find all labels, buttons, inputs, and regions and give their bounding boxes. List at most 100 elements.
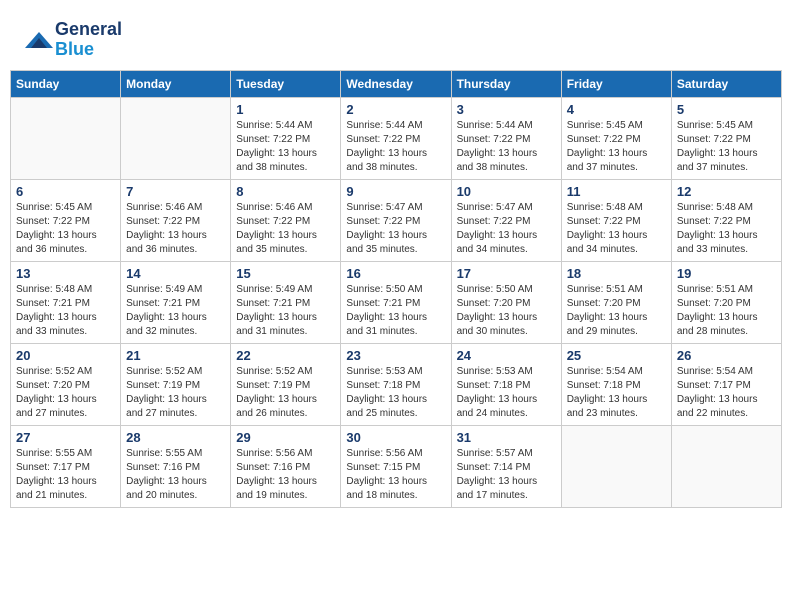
day-number: 3 — [457, 102, 556, 117]
day-number: 11 — [567, 184, 666, 199]
calendar-cell: 14 Sunrise: 5:49 AM Sunset: 7:21 PM Dayli… — [121, 261, 231, 343]
day-number: 27 — [16, 430, 115, 445]
day-info: Sunrise: 5:49 AM Sunset: 7:21 PM Dayligh… — [236, 283, 335, 339]
calendar-table: SundayMondayTuesdayWednesdayThursdayFrid… — [10, 70, 782, 508]
weekday-header-wednesday: Wednesday — [341, 70, 451, 97]
day-info: Sunrise: 5:47 AM Sunset: 7:22 PM Dayligh… — [457, 201, 556, 257]
day-info: Sunrise: 5:49 AM Sunset: 7:21 PM Dayligh… — [126, 283, 225, 339]
calendar-cell: 23Sunrise: 5:53 AM Sunset: 7:18 PM Dayli… — [341, 343, 451, 425]
calendar-week-row: 1 Sunrise: 5:44 AM Sunset: 7:22 PM Daylig… — [11, 97, 782, 179]
day-number: 10 — [457, 184, 556, 199]
day-number: 17 — [457, 266, 556, 281]
day-info: Sunrise: 5:56 AM Sunset: 7:15 PM Dayligh… — [346, 447, 445, 503]
calendar-cell — [561, 425, 671, 507]
calendar-cell: 11Sunrise: 5:48 AM Sunset: 7:22 PM Dayli… — [561, 179, 671, 261]
page-header: General Blue — [10, 10, 782, 65]
day-number: 19 — [677, 266, 776, 281]
day-info: Sunrise: 5:45 AM Sunset: 7:22 PM Dayligh… — [567, 119, 666, 175]
day-number: 13 — [16, 266, 115, 281]
day-info: Sunrise: 5:48 AM Sunset: 7:21 PM Dayligh… — [16, 283, 115, 339]
calendar-cell: 26Sunrise: 5:54 AM Sunset: 7:17 PM Dayli… — [671, 343, 781, 425]
calendar-cell: 15 Sunrise: 5:49 AM Sunset: 7:21 PM Dayli… — [231, 261, 341, 343]
day-number: 14 — [126, 266, 225, 281]
calendar-cell: 7 Sunrise: 5:46 AM Sunset: 7:22 PM Daylig… — [121, 179, 231, 261]
calendar-cell: 31 Sunrise: 5:57 AM Sunset: 7:14 PM Dayli… — [451, 425, 561, 507]
day-info: Sunrise: 5:45 AM Sunset: 7:22 PM Dayligh… — [16, 201, 115, 257]
day-number: 30 — [346, 430, 445, 445]
day-number: 24 — [457, 348, 556, 363]
calendar-cell: 24 Sunrise: 5:53 AM Sunset: 7:18 PM Dayli… — [451, 343, 561, 425]
day-info: Sunrise: 5:51 AM Sunset: 7:20 PM Dayligh… — [567, 283, 666, 339]
calendar-cell: 13 Sunrise: 5:48 AM Sunset: 7:21 PM Dayli… — [11, 261, 121, 343]
weekday-header-thursday: Thursday — [451, 70, 561, 97]
day-number: 31 — [457, 430, 556, 445]
weekday-header-sunday: Sunday — [11, 70, 121, 97]
day-info: Sunrise: 5:52 AM Sunset: 7:19 PM Dayligh… — [126, 365, 225, 421]
day-info: Sunrise: 5:44 AM Sunset: 7:22 PM Dayligh… — [457, 119, 556, 175]
calendar-cell: 29 Sunrise: 5:56 AM Sunset: 7:16 PM Dayli… — [231, 425, 341, 507]
day-info: Sunrise: 5:46 AM Sunset: 7:22 PM Dayligh… — [236, 201, 335, 257]
calendar-cell: 21 Sunrise: 5:52 AM Sunset: 7:19 PM Dayli… — [121, 343, 231, 425]
day-info: Sunrise: 5:44 AM Sunset: 7:22 PM Dayligh… — [346, 119, 445, 175]
day-info: Sunrise: 5:51 AM Sunset: 7:20 PM Dayligh… — [677, 283, 776, 339]
calendar-cell: 2 Sunrise: 5:44 AM Sunset: 7:22 PM Daylig… — [341, 97, 451, 179]
day-info: Sunrise: 5:52 AM Sunset: 7:19 PM Dayligh… — [236, 365, 335, 421]
day-info: Sunrise: 5:57 AM Sunset: 7:14 PM Dayligh… — [457, 447, 556, 503]
day-number: 20 — [16, 348, 115, 363]
day-info: Sunrise: 5:52 AM Sunset: 7:20 PM Dayligh… — [16, 365, 115, 421]
calendar-cell: 30 Sunrise: 5:56 AM Sunset: 7:15 PM Dayli… — [341, 425, 451, 507]
day-number: 5 — [677, 102, 776, 117]
day-info: Sunrise: 5:50 AM Sunset: 7:21 PM Dayligh… — [346, 283, 445, 339]
day-info: Sunrise: 5:54 AM Sunset: 7:18 PM Dayligh… — [567, 365, 666, 421]
calendar-week-row: 20 Sunrise: 5:52 AM Sunset: 7:20 PM Dayli… — [11, 343, 782, 425]
calendar-cell: 16 Sunrise: 5:50 AM Sunset: 7:21 PM Dayli… — [341, 261, 451, 343]
calendar-cell: 19 Sunrise: 5:51 AM Sunset: 7:20 PM Dayli… — [671, 261, 781, 343]
day-number: 29 — [236, 430, 335, 445]
calendar-cell: 6 Sunrise: 5:45 AM Sunset: 7:22 PM Daylig… — [11, 179, 121, 261]
calendar-cell: 5 Sunrise: 5:45 AM Sunset: 7:22 PM Daylig… — [671, 97, 781, 179]
day-number: 21 — [126, 348, 225, 363]
day-info: Sunrise: 5:47 AM Sunset: 7:22 PM Dayligh… — [346, 201, 445, 257]
day-number: 22 — [236, 348, 335, 363]
day-number: 16 — [346, 266, 445, 281]
calendar-cell: 27 Sunrise: 5:55 AM Sunset: 7:17 PM Dayli… — [11, 425, 121, 507]
day-number: 28 — [126, 430, 225, 445]
day-info: Sunrise: 5:48 AM Sunset: 7:22 PM Dayligh… — [677, 201, 776, 257]
calendar-cell: 25 Sunrise: 5:54 AM Sunset: 7:18 PM Dayli… — [561, 343, 671, 425]
day-number: 1 — [236, 102, 335, 117]
day-number: 9 — [346, 184, 445, 199]
day-number: 2 — [346, 102, 445, 117]
day-number: 6 — [16, 184, 115, 199]
calendar-cell — [121, 97, 231, 179]
calendar-cell: 18Sunrise: 5:51 AM Sunset: 7:20 PM Dayli… — [561, 261, 671, 343]
day-info: Sunrise: 5:55 AM Sunset: 7:17 PM Dayligh… — [16, 447, 115, 503]
calendar-cell: 3 Sunrise: 5:44 AM Sunset: 7:22 PM Daylig… — [451, 97, 561, 179]
day-info: Sunrise: 5:46 AM Sunset: 7:22 PM Dayligh… — [126, 201, 225, 257]
calendar-cell — [11, 97, 121, 179]
day-number: 25 — [567, 348, 666, 363]
calendar-cell: 9 Sunrise: 5:47 AM Sunset: 7:22 PM Daylig… — [341, 179, 451, 261]
day-info: Sunrise: 5:55 AM Sunset: 7:16 PM Dayligh… — [126, 447, 225, 503]
calendar-cell: 10 Sunrise: 5:47 AM Sunset: 7:22 PM Dayli… — [451, 179, 561, 261]
calendar-week-row: 27 Sunrise: 5:55 AM Sunset: 7:17 PM Dayli… — [11, 425, 782, 507]
logo-icon — [25, 28, 53, 52]
weekday-header-monday: Monday — [121, 70, 231, 97]
weekday-header-friday: Friday — [561, 70, 671, 97]
day-number: 7 — [126, 184, 225, 199]
day-number: 15 — [236, 266, 335, 281]
calendar-header-row: SundayMondayTuesdayWednesdayThursdayFrid… — [11, 70, 782, 97]
day-number: 4 — [567, 102, 666, 117]
day-info: Sunrise: 5:50 AM Sunset: 7:20 PM Dayligh… — [457, 283, 556, 339]
day-info: Sunrise: 5:45 AM Sunset: 7:22 PM Dayligh… — [677, 119, 776, 175]
weekday-header-saturday: Saturday — [671, 70, 781, 97]
calendar-cell: 20 Sunrise: 5:52 AM Sunset: 7:20 PM Dayli… — [11, 343, 121, 425]
calendar-week-row: 13 Sunrise: 5:48 AM Sunset: 7:21 PM Dayli… — [11, 261, 782, 343]
day-info: Sunrise: 5:56 AM Sunset: 7:16 PM Dayligh… — [236, 447, 335, 503]
calendar-cell: 12Sunrise: 5:48 AM Sunset: 7:22 PM Dayli… — [671, 179, 781, 261]
calendar-cell: 1Sunrise: 5:44 AM Sunset: 7:22 PM Daylig… — [231, 97, 341, 179]
logo-text: General Blue — [55, 20, 122, 60]
weekday-header-tuesday: Tuesday — [231, 70, 341, 97]
calendar-cell: 4 Sunrise: 5:45 AM Sunset: 7:22 PM Daylig… — [561, 97, 671, 179]
day-info: Sunrise: 5:54 AM Sunset: 7:17 PM Dayligh… — [677, 365, 776, 421]
day-info: Sunrise: 5:53 AM Sunset: 7:18 PM Dayligh… — [457, 365, 556, 421]
